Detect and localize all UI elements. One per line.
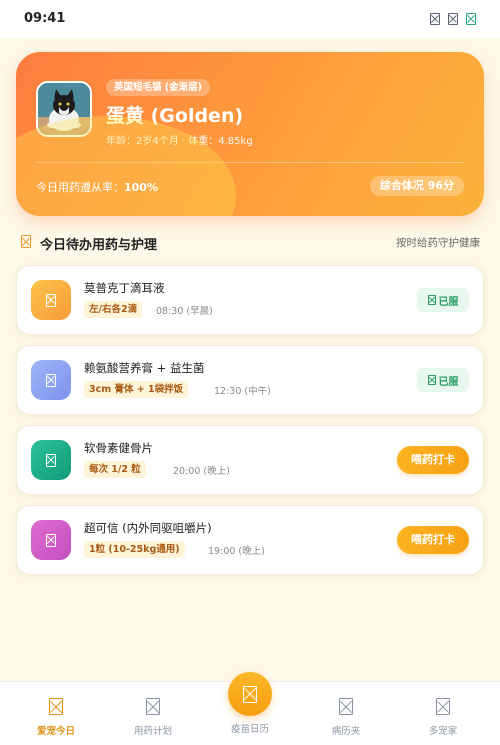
medication-icon-tile — [31, 520, 71, 560]
pet-profile-card[interactable]: 英国短毛猫 (金渐层) 蛋黄 (Golden) 年龄：2岁4个月 · 体重：4.… — [16, 52, 484, 216]
ear-drops-icon — [46, 293, 56, 307]
medication-icon-tile — [31, 440, 71, 480]
check-icon — [427, 295, 436, 305]
supplement-icon — [46, 373, 56, 387]
medication-time: 12:30 (中午) — [214, 386, 271, 397]
pet-meta: 年龄：2岁4个月 · 体重：4.85kg — [106, 136, 253, 147]
adherence-label: 今日用药遵从率： — [36, 181, 124, 194]
pill-icon — [146, 698, 160, 715]
fab-label: 疫苗日历 — [230, 724, 269, 735]
done-label: 已服 — [438, 296, 459, 308]
medication-dose: 每次 1/2 粒 — [84, 461, 146, 478]
status-bar: 09:41 — [0, 0, 500, 38]
adherence-value: 100% — [124, 181, 158, 194]
pet-name: 蛋黄 (Golden) — [106, 105, 244, 127]
folder-icon — [339, 698, 353, 715]
medication-card[interactable]: 赖氨酸营养膏 + 益生菌 3cm 膏体 + 1袋拌饭 12:30 (中午) 已服 — [16, 345, 484, 415]
medication-dose: 1粒 (10-25kg通用) — [84, 541, 185, 558]
checkin-button[interactable]: 喂药打卡 — [397, 446, 469, 474]
nav-label: 用药计划 — [133, 726, 172, 737]
pets-icon — [436, 698, 450, 715]
section-link[interactable]: 按时给药守护健康 — [396, 235, 480, 250]
done-badge: 已服 — [417, 288, 469, 312]
medication-name: 莫普克丁滴耳液 — [84, 281, 165, 295]
calendar-icon — [243, 685, 257, 703]
wifi-icon — [448, 13, 458, 25]
medication-time: 19:00 (晚上) — [208, 546, 265, 557]
check-icon — [427, 375, 436, 385]
medication-name: 超可信 (内外同驱咀嚼片) — [84, 521, 212, 535]
nav-item-today[interactable]: 爱宠今日 — [6, 682, 106, 745]
paw-icon — [49, 698, 63, 715]
medication-time: 08:30 (早晨) — [156, 306, 213, 317]
section-title: 今日待办用药与护理 — [40, 238, 158, 253]
adherence-rate: 今日用药遵从率：100% — [36, 179, 158, 195]
medication-card[interactable]: 软骨素健骨片 每次 1/2 粒 20:00 (晚上) 喂药打卡 — [16, 425, 484, 495]
nav-item-med-plan[interactable]: 用药计划 — [103, 682, 203, 745]
bone-tablet-icon — [46, 453, 56, 467]
nav-label: 多宠家 — [428, 726, 458, 737]
medication-time: 20:00 (晚上) — [173, 466, 230, 477]
done-badge: 已服 — [417, 368, 469, 392]
battery-icon — [466, 13, 476, 25]
status-time: 09:41 — [24, 11, 66, 26]
medication-card[interactable]: 超可信 (内外同驱咀嚼片) 1粒 (10-25kg通用) 19:00 (晚上) … — [16, 505, 484, 575]
nav-label: 病历夹 — [331, 726, 361, 737]
pet-avatar[interactable] — [36, 81, 92, 137]
vaccine-calendar-fab[interactable] — [228, 672, 272, 716]
medication-icon-tile — [31, 280, 71, 320]
medication-dose: 左/右各2滴 — [84, 301, 143, 318]
medication-card[interactable]: 莫普克丁滴耳液 左/右各2滴 08:30 (早晨) 已服 — [16, 265, 484, 335]
status-icons — [430, 13, 476, 25]
done-label: 已服 — [438, 376, 459, 388]
hero-divider — [36, 162, 464, 163]
medication-icon-tile — [31, 360, 71, 400]
medication-name: 软骨素健骨片 — [84, 441, 153, 455]
medication-name: 赖氨酸营养膏 + 益生菌 — [84, 361, 205, 375]
breed-badge: 英国短毛猫 (金渐层) — [106, 79, 210, 96]
medication-dose: 3cm 膏体 + 1袋拌饭 — [84, 381, 189, 398]
signal-icon — [430, 13, 440, 25]
checkin-button[interactable]: 喂药打卡 — [397, 526, 469, 554]
clipboard-icon — [21, 235, 31, 248]
chewable-tablet-icon — [46, 533, 56, 547]
nav-item-records[interactable]: 病历夹 — [296, 682, 396, 745]
health-score-badge[interactable]: 综合体况 96分 — [369, 176, 464, 196]
nav-item-multi-pet[interactable]: 多宠家 — [393, 682, 493, 745]
nav-label: 爱宠今日 — [36, 726, 75, 737]
